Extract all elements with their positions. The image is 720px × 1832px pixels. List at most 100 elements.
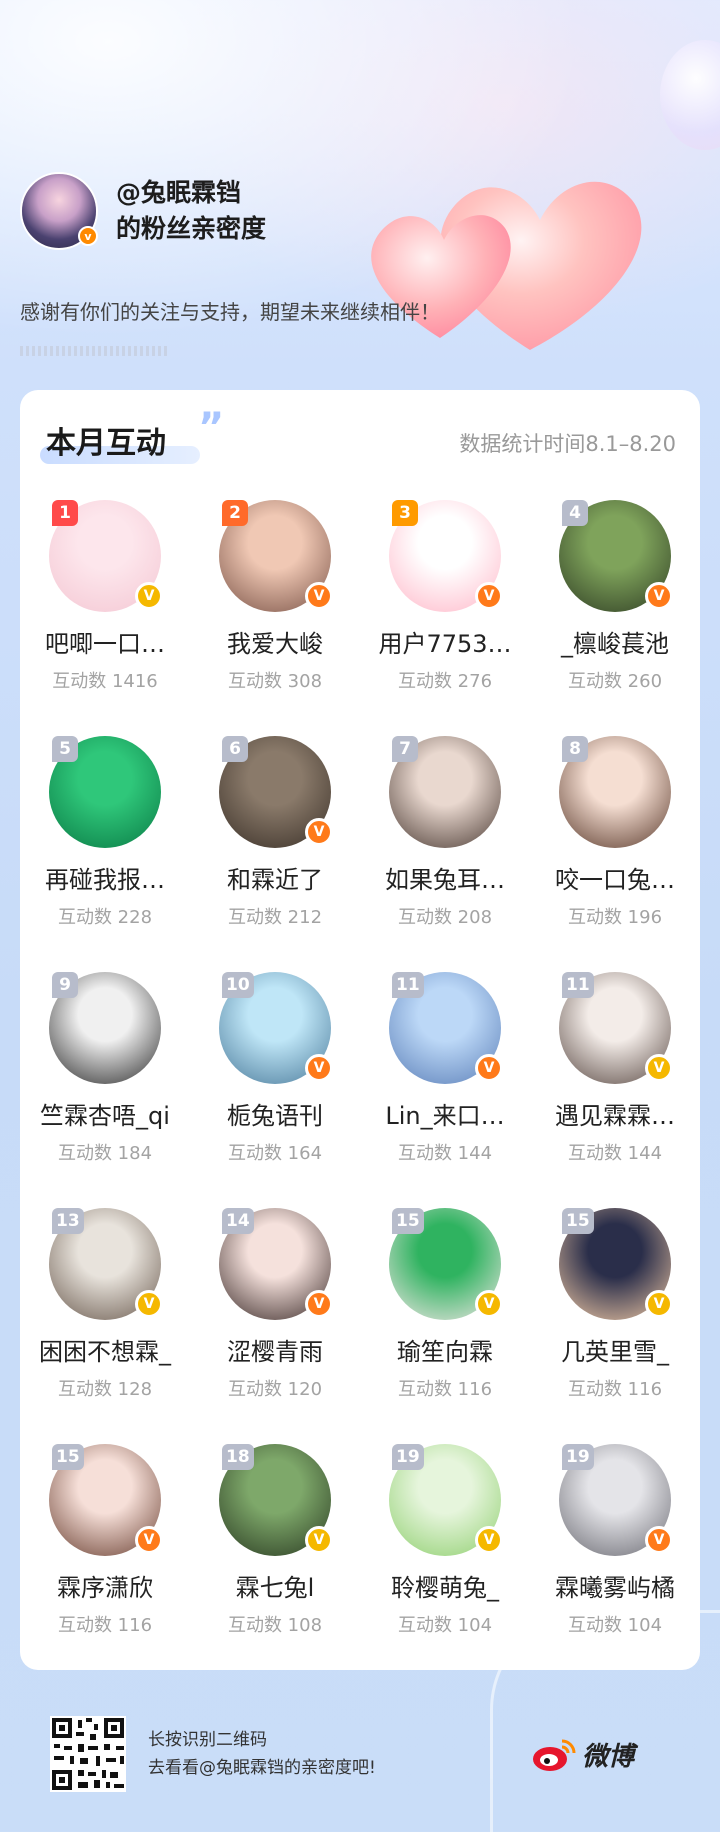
monthly-interaction-card: 本月互动 ” 数据统计时间8.1–8.20 1 V 吧唧一口… 互动数 1416 2 V 我…	[20, 390, 700, 1670]
fan-name[interactable]: 涩樱青雨	[195, 1332, 355, 1367]
card-title: 本月互动	[46, 426, 166, 461]
rank-badge: 14	[222, 1208, 254, 1234]
fan-item[interactable]: 9 竺霖杏唔_qi 互动数 184	[20, 972, 190, 1208]
rank-badge: 1	[52, 500, 78, 526]
fan-name[interactable]: 竺霖杏唔_qi	[25, 1096, 185, 1131]
fan-item[interactable]: 1 V 吧唧一口… 互动数 1416	[20, 500, 190, 736]
interaction-count: 互动数 116	[567, 1379, 663, 1400]
fan-avatar-wrap: 9	[49, 972, 161, 1084]
fan-name[interactable]: 瑜笙向霖	[365, 1332, 525, 1367]
bubble-decoration	[660, 40, 720, 150]
weibo-logo: 微博	[532, 1736, 634, 1773]
fan-name[interactable]: 栀兔语刊	[195, 1096, 355, 1131]
interaction-count: 互动数 116	[57, 1615, 153, 1636]
fan-avatar-wrap: 8	[559, 736, 671, 848]
rank-badge: 2	[222, 500, 248, 526]
fan-item[interactable]: 11 V Lin_来口… 互动数 144	[360, 972, 530, 1208]
fan-name[interactable]: 用户7753…	[365, 624, 525, 659]
verified-badge-icon: V	[645, 582, 673, 610]
fan-avatar-wrap: 15 V	[389, 1208, 503, 1320]
cloud-decoration	[490, 1610, 720, 1832]
fan-name[interactable]: 霖序潇欣	[25, 1568, 185, 1603]
fan-name[interactable]: _檩峻萇池	[535, 624, 695, 659]
fan-item[interactable]: 10 V 栀兔语刊互动数 164	[190, 972, 360, 1208]
fan-avatar-wrap: 7	[389, 736, 501, 848]
fan-item[interactable]: 15 V 几英里雪_ 互动数 116	[530, 1208, 700, 1444]
visit-hint: 去看看@兔眠霖铛的亲密度吧!	[148, 1758, 376, 1778]
dotted-divider	[20, 346, 170, 356]
rank-badge: 19	[562, 1444, 594, 1470]
verified-badge-icon: V	[135, 1290, 163, 1318]
fan-name[interactable]: 霖七兔l	[195, 1568, 355, 1603]
fan-avatar-wrap: 19 V	[559, 1444, 673, 1556]
fan-name[interactable]: 几英里雪_	[535, 1332, 695, 1367]
rank-badge: 5	[52, 736, 78, 762]
interaction-count: 互动数 108	[227, 1615, 323, 1636]
fan-item[interactable]: 14 V 涩樱青雨 互动数 120	[190, 1208, 360, 1444]
interaction-count: 互动数 104	[397, 1615, 493, 1636]
verified-badge-icon: V	[305, 1054, 333, 1082]
fan-name[interactable]: 吧唧一口…	[25, 624, 185, 659]
fan-name[interactable]: 和霖近了	[195, 860, 355, 895]
fan-avatar-wrap: 3V	[389, 500, 503, 612]
fan-avatar-wrap: 2V	[219, 500, 333, 612]
interaction-count: 互动数 196	[567, 907, 663, 928]
fan-item[interactable]: 15 V 霖序潇欣 互动数 116	[20, 1444, 190, 1680]
fan-item[interactable]: 11 V 遇见霖霖… 互动数 144	[530, 972, 700, 1208]
fan-avatar-wrap: 10 V	[219, 972, 333, 1084]
verified-badge-icon: V	[135, 1526, 163, 1554]
fan-avatar-wrap: 19 V	[389, 1444, 503, 1556]
fan-name[interactable]: 我爱大峻	[195, 624, 355, 659]
interaction-count: 互动数 276	[397, 671, 493, 692]
interaction-count: 互动数 144	[397, 1143, 493, 1164]
fan-name[interactable]: 咬一口兔…	[535, 860, 695, 895]
fan-item[interactable]: 3 V 用户7753… 互动数 276	[360, 500, 530, 736]
owner-avatar[interactable]: v	[20, 172, 98, 250]
fan-item[interactable]: 6 V 和霖近了 互动数 212	[190, 736, 360, 972]
footer: 长按识别二维码 去看看@兔眠霖铛的亲密度吧!	[50, 1716, 376, 1792]
fan-name[interactable]: 再碰我报…	[25, 860, 185, 895]
fan-item[interactable]: 4 V _檩峻萇池 互动数 260	[530, 500, 700, 736]
rank-badge: 6	[222, 736, 248, 762]
fan-item[interactable]: 15 V 瑜笙向霖 互动数 116	[360, 1208, 530, 1444]
fan-name[interactable]: Lin_来口…	[365, 1096, 525, 1131]
fan-avatar-wrap: 15 V	[559, 1208, 673, 1320]
page-title: 的粉丝亲密度	[116, 214, 267, 243]
fan-avatar-wrap: 6V	[219, 736, 333, 848]
fan-item[interactable]: 2 V 我爱大峻互动数 308	[190, 500, 360, 736]
fan-item[interactable]: 8 咬一口兔… 互动数 196	[530, 736, 700, 972]
rank-badge: 18	[222, 1444, 254, 1470]
interaction-count: 互动数 260	[567, 671, 663, 692]
thanks-message: 感谢有你们的关注与支持，期望未来继续相伴！	[20, 300, 440, 324]
fan-item[interactable]: 18 V 霖七兔l 互动数 108	[190, 1444, 360, 1680]
fan-item[interactable]: 13 V 困困不想霖_ 互动数 128	[20, 1208, 190, 1444]
owner-header: v @兔眠霖铛 的粉丝亲密度	[20, 172, 266, 250]
fan-name[interactable]: 如果兔耳…	[365, 860, 525, 895]
fan-avatar-wrap: 11 V	[389, 972, 503, 1084]
rank-badge: 3	[392, 500, 418, 526]
fan-name[interactable]: 霖曦雾屿橘	[535, 1568, 695, 1603]
fan-item[interactable]: 19 V 聆樱萌兔_ 互动数 104	[360, 1444, 530, 1680]
rank-badge: 11	[392, 972, 424, 998]
interaction-count: 互动数 308	[227, 671, 323, 692]
rank-badge: 11	[562, 972, 594, 998]
interaction-count: 互动数 144	[567, 1143, 663, 1164]
qr-code-icon[interactable]	[50, 1716, 126, 1792]
rank-badge: 13	[52, 1208, 84, 1234]
fan-avatar-wrap: 1V	[49, 500, 163, 612]
interaction-count: 互动数 228	[57, 907, 153, 928]
verified-badge-icon: V	[475, 582, 503, 610]
interaction-count: 互动数 184	[57, 1143, 153, 1164]
interaction-count: 互动数 208	[397, 907, 493, 928]
rank-badge: 15	[392, 1208, 424, 1234]
fan-name[interactable]: 遇见霖霖…	[535, 1096, 695, 1131]
fan-name[interactable]: 聆樱萌兔_	[365, 1568, 525, 1603]
fan-item[interactable]: 7 如果兔耳… 互动数 208	[360, 736, 530, 972]
fan-name[interactable]: 困困不想霖_	[25, 1332, 185, 1367]
verified-badge-icon: V	[135, 582, 163, 610]
fan-avatar-wrap: 18 V	[219, 1444, 333, 1556]
interaction-count: 互动数 164	[227, 1143, 323, 1164]
fan-item[interactable]: 5 再碰我报… 互动数 228	[20, 736, 190, 972]
owner-handle[interactable]: @兔眠霖铛	[116, 175, 266, 211]
rank-badge: 19	[392, 1444, 424, 1470]
